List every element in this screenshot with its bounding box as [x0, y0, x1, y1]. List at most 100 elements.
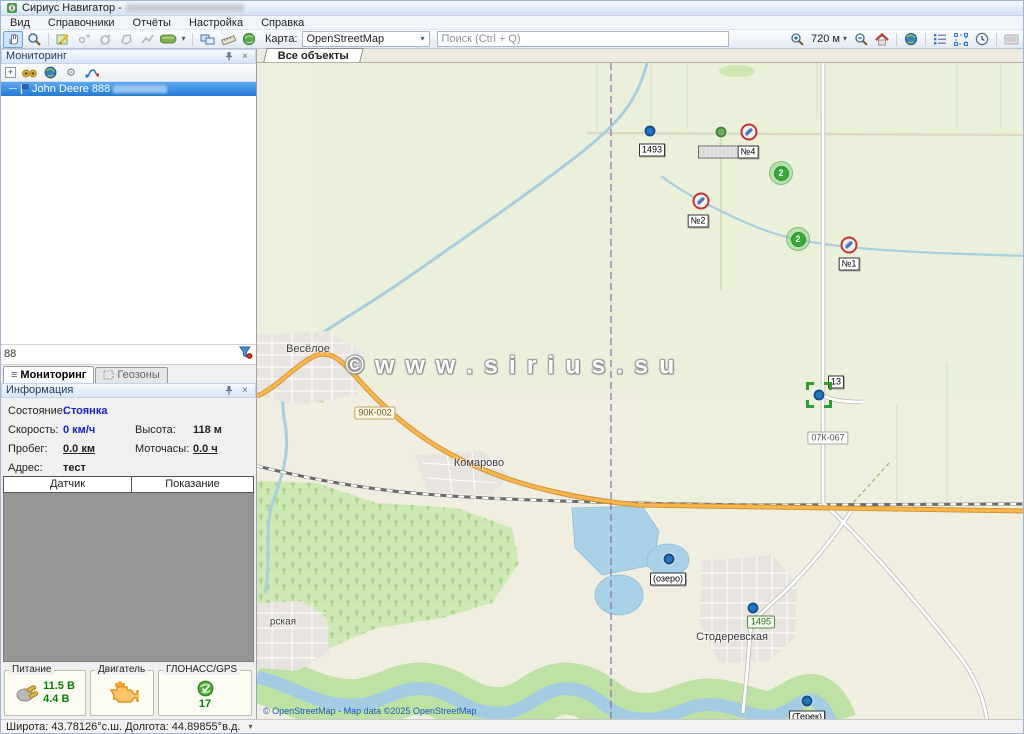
- object-label-ozero[interactable]: (озеро): [650, 573, 686, 586]
- zoom-out-icon[interactable]: [851, 31, 871, 48]
- map-canvas[interactable]: Весёлое Комарово Стодеревская рская 90К-…: [257, 63, 1023, 719]
- pin-icon[interactable]: [223, 50, 235, 62]
- selection-brackets: [806, 382, 832, 408]
- toolbar-separator: [48, 33, 49, 46]
- close-icon[interactable]: ×: [239, 384, 251, 396]
- app-icon: [6, 2, 18, 14]
- info-panel-header: Информация ×: [1, 383, 256, 398]
- poi-label-n2[interactable]: №2: [688, 215, 709, 228]
- main-area: Мониторинг × + ⚙: [1, 49, 1023, 719]
- screens-icon[interactable]: [197, 31, 217, 48]
- menu-spravka[interactable]: Справка: [252, 16, 313, 30]
- tree-item-vehicle[interactable]: John Deere 888: [1, 82, 256, 96]
- expand-icon[interactable]: +: [5, 67, 16, 78]
- address-label: Адрес:: [8, 462, 63, 474]
- chevron-down-icon[interactable]: ▾: [248, 723, 252, 731]
- object-dot-1493[interactable]: [645, 126, 656, 137]
- hours-value[interactable]: 0.0 ч: [193, 443, 218, 455]
- menu-spravochniki[interactable]: Справочники: [39, 16, 124, 30]
- coords-text: Широта: 43.78126°с.ш. Долгота: 44.89855°…: [6, 721, 240, 733]
- place-label-komarovo: Комарово: [454, 457, 504, 469]
- plug-icon: [15, 683, 39, 703]
- address-value: тест: [63, 462, 135, 474]
- clock-icon[interactable]: [972, 31, 992, 48]
- poi-marker-1[interactable]: [841, 237, 858, 254]
- list-icon: ≡: [11, 369, 17, 381]
- poi-marker-4[interactable]: [741, 124, 758, 141]
- object-label-1493[interactable]: 1493: [639, 144, 665, 157]
- gear-icon[interactable]: ⚙: [63, 65, 79, 80]
- poi-label-n1[interactable]: №1: [839, 258, 860, 271]
- add-polygon-icon[interactable]: [116, 31, 136, 48]
- panel-tabs: ≡ Мониторинг Геозоны: [1, 365, 256, 383]
- chevron-down-icon: ▾: [843, 35, 847, 43]
- window-title: Сириус Навигатор -: [22, 2, 122, 14]
- pump-glyph: [697, 197, 705, 205]
- cluster-marker-b[interactable]: 2: [786, 227, 810, 251]
- mileage-value[interactable]: 0.0 км: [63, 443, 135, 455]
- scale-select[interactable]: 720 м ▾: [808, 31, 850, 48]
- tab-geozones[interactable]: Геозоны: [95, 367, 167, 383]
- object-dot-stoder[interactable]: [748, 603, 759, 614]
- object-dot-ozero[interactable]: [664, 554, 675, 565]
- track-icon[interactable]: [84, 65, 100, 80]
- speed-label: Скорость:: [8, 424, 63, 436]
- app-window: Сириус Навигатор - Вид Справочники Отчёт…: [0, 0, 1024, 734]
- ruler-icon[interactable]: [218, 31, 238, 48]
- add-circle-icon[interactable]: [95, 31, 115, 48]
- cluster-marker-a[interactable]: 2: [769, 161, 793, 185]
- pump-glyph: [845, 241, 853, 249]
- add-point-icon[interactable]: [74, 31, 94, 48]
- sensor-table-body: [3, 493, 254, 662]
- map-tiles: [257, 63, 1023, 719]
- home-icon[interactable]: [872, 31, 892, 48]
- tab-monitoring-label: Мониторинг: [20, 369, 86, 381]
- map-area: Все объекты: [257, 49, 1023, 719]
- object-label-terek[interactable]: (Терек): [789, 711, 825, 720]
- close-icon[interactable]: ×: [239, 50, 251, 62]
- list-icon[interactable]: [930, 31, 950, 48]
- poi-label-n4[interactable]: №4: [738, 146, 759, 159]
- screenshot-icon[interactable]: [1001, 31, 1021, 48]
- place-label-stoderevskaya: Стодеревская: [696, 631, 768, 643]
- gauge-gps: ГЛОНАСС/GPS 17: [158, 670, 252, 716]
- road-shield-07k: 07К-067: [807, 432, 848, 445]
- menu-bar: Вид Справочники Отчёты Настройка Справка: [1, 16, 1023, 30]
- frame-icon[interactable]: [951, 31, 971, 48]
- hours-label: Моточасы:: [135, 443, 193, 455]
- map-provider-select[interactable]: OpenStreetMap ▾: [302, 31, 430, 47]
- monitoring-panel: Мониторинг × + ⚙: [1, 49, 257, 719]
- poi-marker-2[interactable]: [693, 193, 710, 210]
- object-dot-terek[interactable]: [802, 696, 813, 707]
- binoculars-icon[interactable]: [21, 65, 37, 80]
- tab-all-objects[interactable]: Все объекты: [263, 48, 364, 62]
- zoom-in-icon[interactable]: [787, 31, 807, 48]
- add-route-icon[interactable]: [137, 31, 157, 48]
- globe-icon[interactable]: [901, 31, 921, 48]
- altitude-label: Высота:: [135, 424, 193, 436]
- tab-monitoring[interactable]: ≡ Мониторинг: [3, 366, 94, 383]
- satellite-icon: [197, 680, 214, 697]
- earth-icon[interactable]: [239, 31, 259, 48]
- chevron-down-icon: ▾: [181, 35, 185, 43]
- object-dot-n4[interactable]: [716, 127, 727, 138]
- menu-otchety[interactable]: Отчёты: [124, 16, 180, 30]
- state-value: Стоянка: [63, 405, 135, 417]
- menu-vid[interactable]: Вид: [1, 16, 39, 30]
- tree-connector: [9, 88, 17, 89]
- zoom-icon[interactable]: [24, 31, 44, 48]
- measure-icon[interactable]: ▾: [158, 31, 188, 48]
- pin-icon[interactable]: [223, 384, 235, 396]
- road-shield-90k: 90К-002: [354, 407, 395, 420]
- search-input[interactable]: [437, 31, 729, 47]
- map-provider-value: OpenStreetMap: [307, 33, 421, 45]
- gauge-power-value-1: 11.5 В: [43, 680, 75, 693]
- edit-geofence-icon[interactable]: [53, 31, 73, 48]
- toolbar-separator: [192, 33, 193, 46]
- tree-filter-input[interactable]: [4, 348, 239, 360]
- menu-nastroyka[interactable]: Настройка: [180, 16, 252, 30]
- toolbar-separator: [896, 33, 897, 46]
- filter-funnel-icon[interactable]: [239, 346, 253, 362]
- pan-icon[interactable]: [3, 31, 23, 48]
- globe-icon[interactable]: [42, 65, 58, 80]
